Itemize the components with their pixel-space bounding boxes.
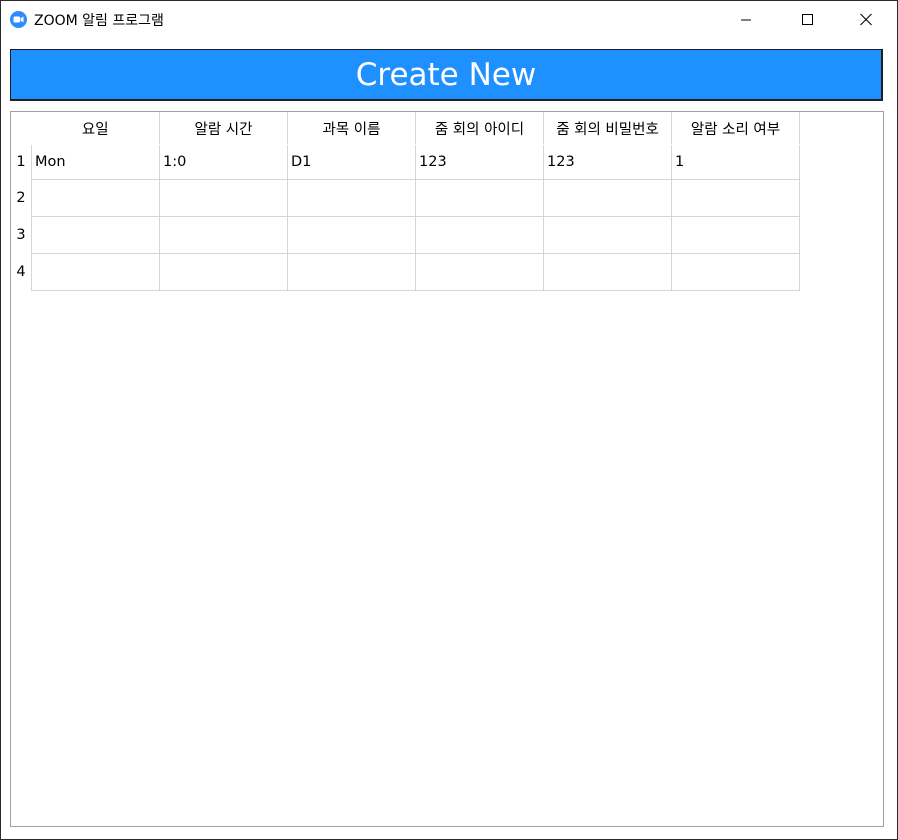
column-header-alarm-sound[interactable]: 알람 소리 여부 — [671, 112, 800, 145]
row-header[interactable]: 4 — [11, 254, 32, 291]
table-cell[interactable]: Mon — [31, 144, 160, 180]
maximize-icon — [802, 14, 813, 25]
table-cell[interactable]: 123 — [543, 144, 672, 180]
table-row: 1 Mon 1:0 D1 123 123 1 — [11, 144, 800, 180]
table-cell[interactable] — [287, 216, 416, 254]
table-cell[interactable]: 1 — [671, 144, 800, 180]
alarm-grid: 요일 알람 시간 과목 이름 줌 회의 아이디 줌 회의 비밀번호 알람 소리 … — [11, 112, 800, 291]
table-cell[interactable] — [31, 253, 160, 291]
maximize-button[interactable] — [784, 1, 830, 37]
table-cell[interactable] — [31, 179, 160, 217]
row-header[interactable]: 3 — [11, 217, 32, 254]
column-header-zoom-meeting-password[interactable]: 줌 회의 비밀번호 — [543, 112, 672, 145]
table-cell[interactable] — [287, 179, 416, 217]
close-icon — [860, 13, 872, 26]
title-bar[interactable]: ZOOM 알림 프로그램 — [1, 1, 897, 39]
alarm-table[interactable]: 요일 알람 시간 과목 이름 줌 회의 아이디 줌 회의 비밀번호 알람 소리 … — [10, 111, 884, 827]
table-cell[interactable] — [287, 253, 416, 291]
table-cell[interactable] — [415, 216, 544, 254]
table-cell[interactable]: 1:0 — [159, 144, 288, 180]
minimize-button[interactable] — [723, 1, 769, 37]
table-cell[interactable] — [671, 179, 800, 217]
table-row: 2 — [11, 179, 800, 217]
create-new-button[interactable]: Create New — [10, 49, 883, 101]
table-cell[interactable] — [543, 216, 672, 254]
row-header[interactable]: 2 — [11, 180, 32, 217]
table-cell[interactable] — [159, 253, 288, 291]
close-button[interactable] — [843, 1, 889, 37]
table-cell[interactable] — [543, 179, 672, 217]
row-header[interactable]: 1 — [11, 145, 32, 180]
table-cell[interactable] — [543, 253, 672, 291]
column-header-zoom-meeting-id[interactable]: 줌 회의 아이디 — [415, 112, 544, 145]
app-window: ZOOM 알림 프로그램 Create New 요일 알람 시간 과목 이름 줌… — [0, 0, 898, 840]
column-header-subject-name[interactable]: 과목 이름 — [287, 112, 416, 145]
table-header-row: 요일 알람 시간 과목 이름 줌 회의 아이디 줌 회의 비밀번호 알람 소리 … — [11, 112, 800, 145]
minimize-icon — [741, 19, 751, 21]
table-cell[interactable] — [671, 216, 800, 254]
zoom-camera-icon — [10, 11, 27, 28]
table-cell[interactable] — [671, 253, 800, 291]
table-row: 3 — [11, 216, 800, 254]
table-row: 4 — [11, 253, 800, 291]
table-cell[interactable] — [31, 216, 160, 254]
table-cell[interactable] — [159, 216, 288, 254]
table-cell[interactable] — [415, 179, 544, 217]
window-title: ZOOM 알림 프로그램 — [34, 13, 164, 29]
table-cell[interactable]: D1 — [287, 144, 416, 180]
column-header-alarm-time[interactable]: 알람 시간 — [159, 112, 288, 145]
table-cell[interactable] — [159, 179, 288, 217]
table-cell[interactable] — [415, 253, 544, 291]
column-header-day[interactable]: 요일 — [31, 112, 160, 145]
header-corner — [11, 112, 32, 145]
table-cell[interactable]: 123 — [415, 144, 544, 180]
